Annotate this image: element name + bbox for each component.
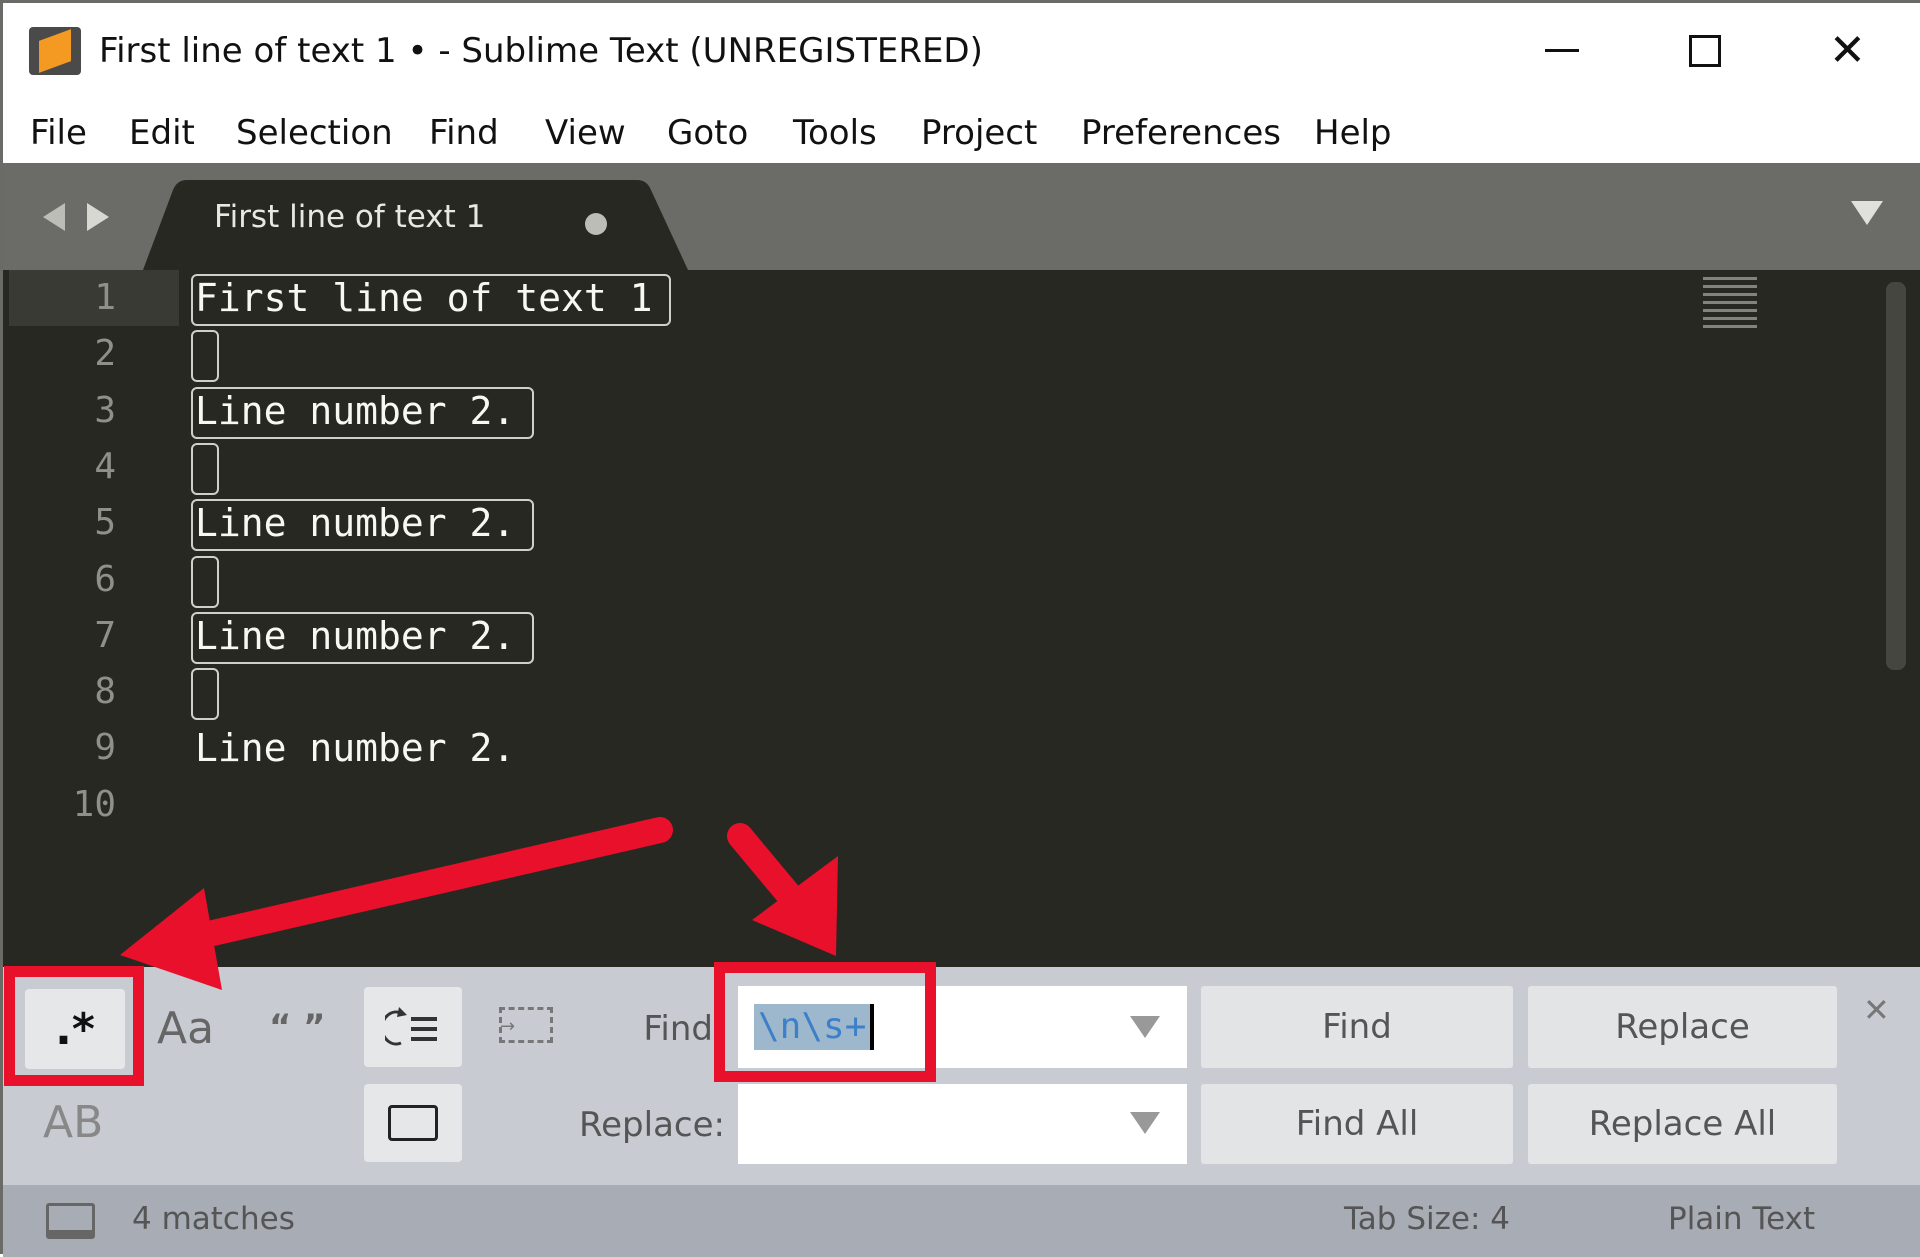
regex-highlight-box <box>4 966 144 1086</box>
tab-bar: First line of text 1 <box>3 163 1920 270</box>
find-input-highlight-box <box>714 962 936 1082</box>
close-button[interactable]: ✕ <box>1829 29 1866 73</box>
tab-dropdown-icon[interactable] <box>1851 201 1883 227</box>
menu-find[interactable]: Find <box>429 113 499 153</box>
wrap-toggle[interactable] <box>364 987 462 1067</box>
in-selection-toggle[interactable]: → <box>499 1007 553 1043</box>
line-number: 5 <box>94 502 116 544</box>
find-label: Find <box>643 1009 713 1049</box>
find-history-dropdown-icon[interactable] <box>1130 1016 1160 1040</box>
replace-all-button[interactable]: Replace All <box>1528 1084 1837 1164</box>
app-window: First line of text 1 • - Sublime Text (U… <box>0 0 1920 1257</box>
menu-file[interactable]: File <box>30 113 87 153</box>
menu-goto[interactable]: Goto <box>667 113 748 153</box>
line-number: 8 <box>94 671 116 713</box>
menu-edit[interactable]: Edit <box>129 113 195 153</box>
selection-outline <box>191 668 219 721</box>
editor[interactable]: 1 2 3 4 5 6 7 8 9 10 First line of text 1 Line num… <box>3 270 1920 967</box>
selection-outline <box>191 330 219 383</box>
preserve-case-toggle[interactable]: AB <box>43 1097 103 1148</box>
menu-preferences[interactable]: Preferences <box>1081 113 1281 153</box>
menu-tools[interactable]: Tools <box>793 113 877 153</box>
menu-help[interactable]: Help <box>1314 113 1392 153</box>
menu-selection[interactable]: Selection <box>236 113 393 153</box>
line-number: 3 <box>94 389 116 431</box>
maximize-button[interactable] <box>1689 35 1721 67</box>
selection-outline <box>191 499 535 552</box>
line-number: 9 <box>94 727 116 769</box>
title-bar: First line of text 1 • - Sublime Text (U… <box>3 3 1920 95</box>
selection-outline <box>191 611 535 664</box>
selection-outline <box>191 386 535 439</box>
replace-history-dropdown-icon[interactable] <box>1130 1112 1160 1136</box>
highlight-matches-toggle[interactable] <box>364 1084 462 1162</box>
highlight-icon <box>388 1105 438 1141</box>
window-title: First line of text 1 • - Sublime Text (U… <box>99 31 983 71</box>
sublime-logo-icon <box>29 27 81 75</box>
case-sensitive-toggle[interactable]: Aa <box>157 1003 214 1054</box>
replace-input[interactable] <box>738 1084 1187 1164</box>
tab-dirty-dot-icon[interactable] <box>585 213 607 235</box>
find-button[interactable]: Find <box>1201 986 1513 1068</box>
selection-outline <box>191 442 219 495</box>
line-number: 1 <box>94 277 116 318</box>
menu-view[interactable]: View <box>545 113 626 153</box>
selection-outline <box>191 555 219 608</box>
whole-word-toggle[interactable]: “ ” <box>269 1007 326 1047</box>
wrap-icon <box>385 1007 437 1046</box>
minimap[interactable] <box>1703 272 1757 328</box>
code-line[interactable]: Line number 2. <box>195 720 515 776</box>
replace-label: Replace: <box>579 1105 725 1145</box>
syntax-selector[interactable]: Plain Text <box>1668 1201 1815 1237</box>
tab-active[interactable]: First line of text 1 <box>214 199 485 235</box>
menu-project[interactable]: Project <box>921 113 1037 153</box>
line-number: 2 <box>94 333 116 375</box>
line-number: 7 <box>94 614 116 656</box>
line-number: 6 <box>94 558 116 600</box>
find-panel: .* Aa “ ” → AB Find Replace: \n\s+ Find … <box>3 967 1920 1185</box>
line-number: 4 <box>94 445 116 487</box>
tab-nav-arrows-icon[interactable] <box>39 199 115 235</box>
close-find-panel-icon[interactable]: ✕ <box>1863 991 1890 1029</box>
match-count: 4 matches <box>132 1201 295 1237</box>
tab-size[interactable]: Tab Size: 4 <box>1344 1201 1510 1237</box>
scrollbar-thumb[interactable] <box>1886 282 1906 670</box>
selection-outline <box>191 274 671 326</box>
replace-button[interactable]: Replace <box>1528 986 1837 1068</box>
minimize-button[interactable] <box>1545 49 1579 52</box>
line-number: 10 <box>72 783 116 825</box>
find-all-button[interactable]: Find All <box>1201 1084 1513 1164</box>
panel-toggle-icon[interactable] <box>46 1203 95 1239</box>
